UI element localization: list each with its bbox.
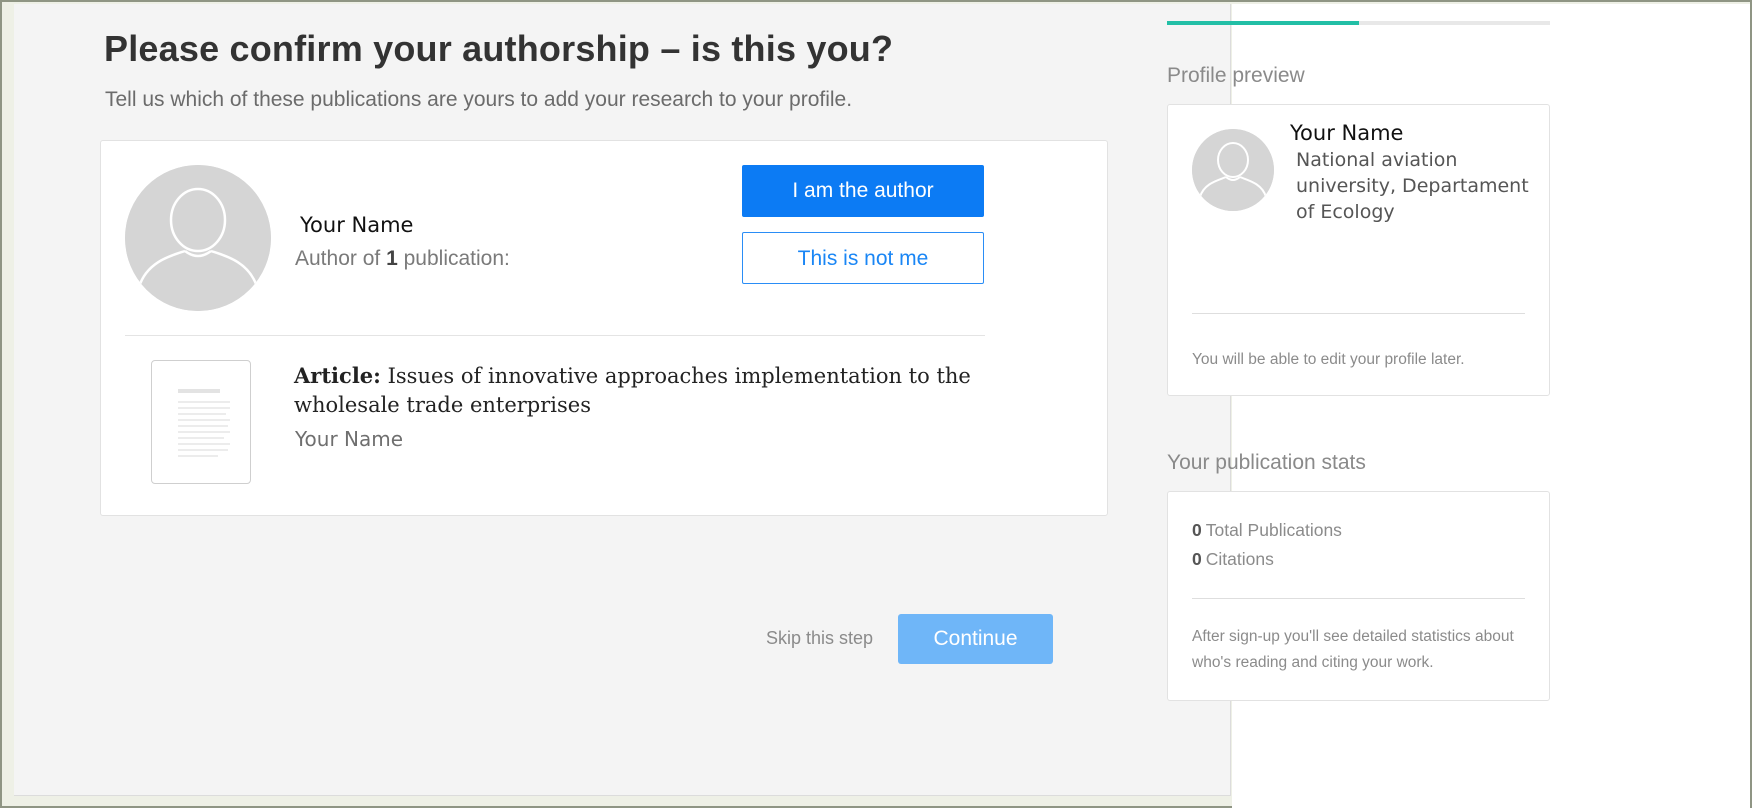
progress-bar-fill <box>1167 21 1359 25</box>
publication-title[interactable]: Article: Issues of innovative approaches… <box>294 361 994 420</box>
preview-divider <box>1192 313 1525 314</box>
preview-name: Your Name <box>1290 121 1404 145</box>
publication-author: Your Name <box>295 427 404 451</box>
skip-this-step-link[interactable]: Skip this step <box>766 628 873 649</box>
stat-citations: 0 Citations <box>1192 549 1274 570</box>
i-am-the-author-button[interactable]: I am the author <box>742 165 984 217</box>
author-card: Your Name Author of 1 publication: I am … <box>100 140 1108 516</box>
continue-button[interactable]: Continue <box>898 614 1053 664</box>
document-thumbnail-icon <box>178 389 230 457</box>
profile-preview-card: Your Name National aviation university, … <box>1167 104 1550 396</box>
page-subtitle: Tell us which of these publications are … <box>105 88 853 111</box>
author-meta-prefix: Author of <box>295 247 381 270</box>
citations-value: 0 <box>1192 549 1202 569</box>
publication-title-text: Issues of innovative approaches implemen… <box>294 364 971 417</box>
card-divider <box>125 335 985 336</box>
publication-stats-card: 0 Total Publications 0 Citations After sig… <box>1167 491 1550 701</box>
preview-affiliation: National aviation university, Departamen… <box>1296 149 1529 223</box>
stats-note: After sign-up you'll see detailed statis… <box>1192 628 1514 671</box>
author-publication-count: Author of 1 publication: <box>295 247 510 271</box>
avatar <box>125 165 271 311</box>
publication-type: Article: <box>294 363 381 388</box>
stats-divider <box>1192 598 1525 599</box>
stat-total-publications: 0 Total Publications <box>1192 520 1342 541</box>
page-title: Please confirm your authorship – is this… <box>104 28 894 69</box>
author-name: Your Name <box>300 213 414 237</box>
user-silhouette-icon <box>125 165 271 311</box>
progress-bar <box>1167 21 1550 25</box>
publication-count: 1 <box>386 247 398 270</box>
citations-label: Citations <box>1205 549 1274 569</box>
document-thumbnail <box>151 360 251 484</box>
window-frame: Please confirm your authorship – is this… <box>0 0 1752 808</box>
profile-edit-note: You will be able to edit your profile la… <box>1192 351 1465 368</box>
publication-stats-heading: Your publication stats <box>1167 451 1366 474</box>
author-meta-suffix: publication: <box>403 247 510 270</box>
user-silhouette-icon <box>1192 129 1274 211</box>
total-publications-value: 0 <box>1192 520 1202 540</box>
avatar <box>1192 129 1274 211</box>
this-is-not-me-button[interactable]: This is not me <box>742 232 984 284</box>
profile-preview-heading: Profile preview <box>1167 64 1305 87</box>
total-publications-label: Total Publications <box>1205 520 1342 540</box>
